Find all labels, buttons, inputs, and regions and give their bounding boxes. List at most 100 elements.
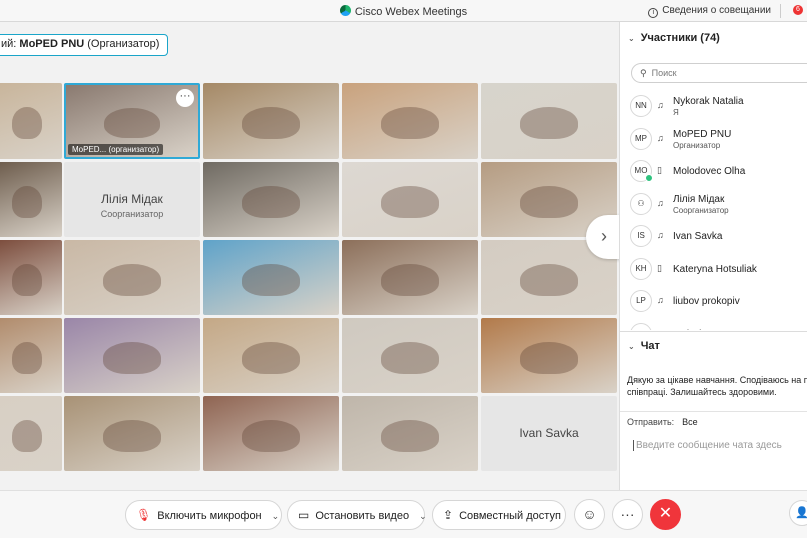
participant-row[interactable]: NN ♫ Nykorak Natalia Я	[620, 90, 807, 123]
chevron-down-icon[interactable]: ⌄	[419, 511, 427, 521]
participant-video-tile[interactable]	[203, 240, 339, 315]
participant-row[interactable]: MO ▯ Molodovec Olha	[620, 155, 807, 188]
tile-name: Лілія Мідак	[101, 192, 163, 206]
participant-row[interactable]: ⚇ ♫ Лілія Мідак Соорганизатор	[620, 188, 807, 221]
participant-name: Kateryna Hotsuliak	[673, 263, 757, 275]
participant-video-tile[interactable]	[64, 318, 200, 393]
tile-more-button[interactable]: ···	[176, 89, 194, 107]
phone-icon: ▯	[657, 262, 662, 273]
chevron-down-icon[interactable]: ⌄	[272, 511, 280, 521]
tile-name-label: MoPED... (организатор)	[68, 144, 164, 155]
person-silhouette	[104, 108, 160, 139]
title-separator	[780, 4, 781, 18]
unmute-button[interactable]: 🎙 Включить микрофон ⌄	[125, 500, 282, 530]
reactions-button[interactable]: ☺	[574, 499, 605, 530]
participant-video-tile[interactable]	[342, 240, 478, 315]
active-speaker-tag: ий: MoPED PNU (Организатор)	[0, 34, 169, 56]
participant-name: Malysh Iryna	[673, 329, 730, 331]
person-silhouette	[242, 420, 300, 452]
participant-video-tile[interactable]	[481, 318, 617, 393]
participant-tile-placeholder[interactable]: Лілія Мідак Соорганизатор	[64, 162, 200, 237]
participant-video-tile[interactable]	[203, 83, 339, 159]
participant-video-tile[interactable]	[64, 396, 200, 471]
participant-video-tile[interactable]	[0, 318, 62, 393]
participant-name: MoPED PNU	[673, 128, 732, 140]
notification-badge[interactable]: 6	[793, 5, 803, 15]
share-icon: ⇪	[443, 508, 454, 522]
person-silhouette	[242, 342, 300, 374]
participant-row[interactable]: KH ▯ Kateryna Hotsuliak	[620, 253, 807, 286]
participant-tile-placeholder[interactable]: Ivan Savka	[481, 396, 617, 471]
headset-icon: ♫	[657, 328, 664, 331]
person-icon: 👤	[795, 507, 807, 519]
person-icon: ⚇	[637, 198, 645, 208]
person-silhouette	[520, 342, 578, 374]
participant-search-input[interactable]: ⚲ Поиск	[631, 63, 807, 83]
person-silhouette	[103, 420, 161, 452]
avatar: MP	[630, 127, 652, 150]
person-silhouette	[103, 264, 161, 296]
avatar: IS	[630, 225, 652, 247]
person-silhouette	[381, 420, 439, 452]
meeting-info-button[interactable]: i Сведения о совещании	[648, 5, 771, 18]
stop-video-button[interactable]: ▭ Остановить видео ⌄	[287, 500, 427, 530]
person-silhouette	[381, 342, 439, 374]
participant-video-tile[interactable]	[342, 162, 478, 237]
participant-video-tile[interactable]	[0, 396, 62, 471]
participant-video-tile[interactable]	[203, 318, 339, 393]
participant-name: Nykorak Natalia	[673, 96, 744, 107]
participant-video-tile[interactable]	[203, 162, 339, 237]
headset-icon: ♫	[657, 295, 664, 305]
person-silhouette	[242, 107, 300, 140]
share-button[interactable]: ⇪ Совместный доступ	[432, 500, 566, 530]
chat-header[interactable]: ⌄ Чат	[628, 340, 660, 352]
webex-logo-icon	[339, 5, 351, 16]
avatar: KH	[630, 257, 652, 280]
person-silhouette	[242, 186, 300, 218]
tile-name: Ivan Savka	[519, 426, 579, 440]
participant-video-tile[interactable]	[0, 83, 62, 159]
participants-header[interactable]: ⌄ Участники (74)	[628, 32, 720, 44]
participant-row[interactable]: MP ♫ MoPED PNU Организатор	[620, 123, 807, 156]
participant-video-tile[interactable]	[0, 162, 62, 237]
search-icon: ⚲	[640, 68, 647, 78]
next-page-button[interactable]: ›	[586, 215, 622, 259]
participant-video-tile[interactable]	[342, 318, 478, 393]
participant-row[interactable]: MI ♫ Malysh Iryna	[620, 318, 807, 331]
participant-video-tile[interactable]	[342, 83, 478, 159]
participant-row[interactable]: IS ♫ Ivan Savka	[620, 220, 807, 253]
person-silhouette	[381, 264, 439, 296]
avatar: MO	[630, 160, 653, 182]
person-silhouette	[520, 264, 578, 296]
person-silhouette	[381, 107, 439, 140]
person-silhouette	[103, 342, 161, 374]
participant-video-tile[interactable]	[64, 240, 200, 315]
participant-video-tile[interactable]	[203, 396, 339, 471]
participant-name: Ivan Savka	[673, 231, 723, 242]
leave-meeting-button[interactable]: ✕	[650, 499, 681, 530]
participant-video-tile[interactable]	[0, 240, 62, 315]
avatar: MI	[630, 322, 652, 330]
chat-recipient-select[interactable]: Отправить: Все	[627, 417, 698, 427]
person-silhouette	[12, 420, 42, 452]
participant-video-tile[interactable]: MoPED... (организатор) ···	[64, 83, 200, 159]
chat-message: Дякую за цікаве навчання. Сподіваюсь на …	[627, 375, 807, 397]
person-silhouette	[12, 186, 42, 218]
participant-video-tile[interactable]	[342, 396, 478, 471]
meeting-controls: 🎙 Включить микрофон ⌄ ▭ Остановить видео ⌄ ⇪…	[0, 490, 807, 538]
person-silhouette	[520, 107, 578, 140]
info-icon: i	[648, 8, 659, 18]
camera-icon: ▭	[298, 508, 310, 522]
participant-row[interactable]: LP ♫ liubov prokopiv	[620, 285, 807, 318]
status-dot	[645, 174, 653, 182]
headset-icon: ♫	[657, 230, 664, 240]
close-icon: ✕	[658, 505, 673, 522]
more-options-button[interactable]: ···	[612, 499, 643, 530]
chevron-down-icon: ⌄	[628, 342, 635, 351]
chat-input[interactable]: Введите сообщение чата здесь	[633, 440, 803, 451]
headset-icon: ♫	[657, 197, 664, 208]
person-silhouette	[520, 186, 578, 218]
mic-off-icon: 🎙	[136, 508, 152, 522]
participant-video-tile[interactable]	[481, 83, 617, 159]
person-silhouette	[12, 264, 42, 296]
